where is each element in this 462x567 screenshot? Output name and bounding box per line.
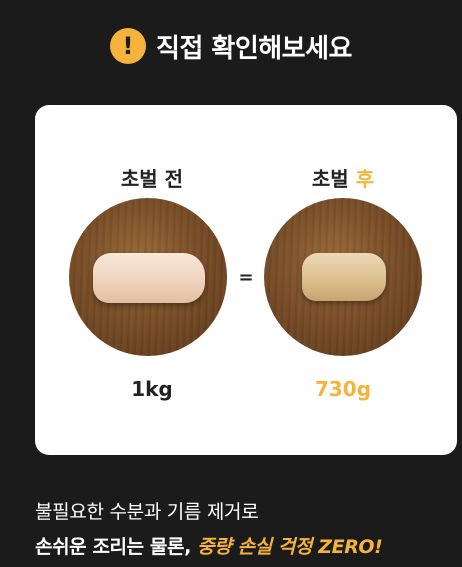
after-weight: 730g [314,377,372,401]
before-weight: 1kg [131,377,173,401]
description-line1: 불필요한 수분과 기름 제거로 [35,501,259,523]
equals-sign: = [238,267,254,288]
exclamation-glyph: ! [122,32,134,60]
after-label: 초벌 후 [258,163,428,192]
description-line2-white: 손쉬운 조리는 물론, [35,536,191,558]
before-label: 초벌 전 [120,167,184,191]
raw-meat-image [93,253,205,303]
after-label-highlight: 후 [355,167,375,191]
page: ! 직접 확인해보세요 초벌 전 초벌 후 = 1kg 730g 불필요한 수분… [0,0,462,567]
description-line2: 손쉬운 조리는 물론, 중량 손실 걱정 ZERO! [35,532,383,559]
cooked-meat-image [302,253,386,301]
after-meat-photo [264,198,422,356]
comparison-card: 초벌 전 초벌 후 = 1kg 730g [35,105,457,455]
after-label-prefix: 초벌 [311,167,349,191]
before-meat-photo [69,198,227,356]
description-line2-highlight: 중량 손실 걱정 ZERO! [197,536,383,558]
exclamation-icon: ! [110,28,147,64]
header: ! 직접 확인해보세요 [0,26,462,66]
page-title: 직접 확인해보세요 [156,33,352,64]
